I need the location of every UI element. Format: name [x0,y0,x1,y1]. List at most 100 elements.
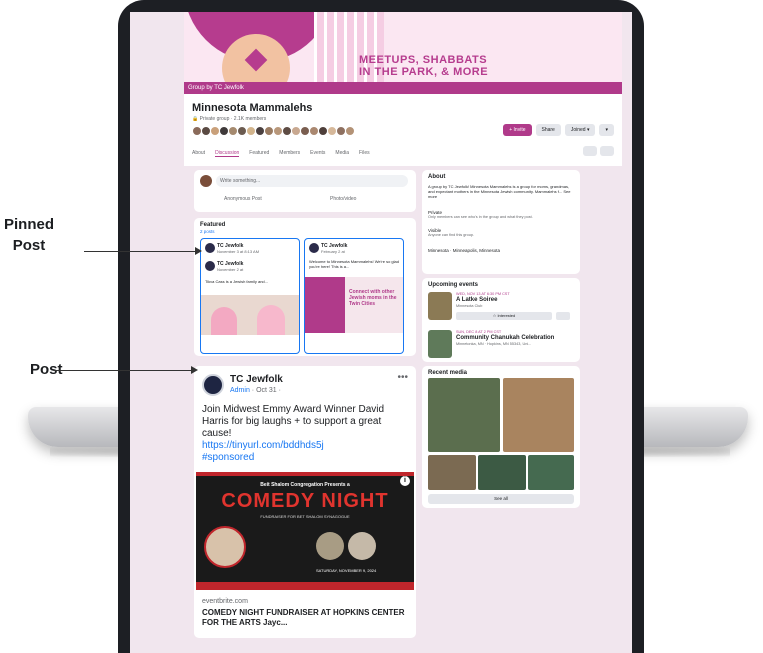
location-row[interactable]: Minnesota · Minneapolis, Minnesota [428,248,500,253]
avatar[interactable] [345,126,355,136]
child-figure [211,307,237,335]
promo-text: Connect with other Jewish moms in the Tw… [349,289,397,307]
promo-image: Connect with other Jewish moms in the Tw… [305,277,403,333]
post-text: Join Midwest Emmy Award Winner David Har… [202,404,385,439]
performer-photo [316,532,344,560]
promo-block [305,277,345,333]
poster-presenter: Beit Shalom Congregation Presents a [260,482,350,488]
post-input[interactable]: Write something... [216,175,408,187]
member-avatars[interactable] [192,126,382,136]
group-owner-link[interactable]: Group by TC Jewfolk [184,82,622,94]
visibility-desc: Anyone can find this group. [428,233,475,237]
share-event-button[interactable] [556,312,570,320]
recent-media: Recent media See all [422,366,580,508]
tab-events[interactable]: Events [310,150,325,157]
avatar[interactable] [202,374,224,396]
screen: MEETUPS, SHABBATS IN THE PARK, & MORE Gr… [130,12,632,653]
featured-title: Featured [200,222,226,228]
event-item[interactable]: SUN, DEC 8 AT 2 PM CST Community Chanuka… [428,330,574,364]
featured-section: Featured 2 posts TC Jewfolk November 3 a… [194,218,416,356]
post-date: November 3 at 8:13 AM [217,249,260,254]
avatar[interactable] [200,175,212,187]
poster-title: COMEDY NIGHT [221,490,389,512]
event-date: WED, NOV 13 AT 6:30 PM CST [456,292,510,296]
post-photo [201,295,299,335]
post-date[interactable]: · Oct 31 · [252,387,281,394]
privacy-row: Private Only members can see who's in the… [428,210,533,219]
info-icon[interactable]: i [400,476,410,486]
share-button[interactable]: Share [535,124,561,136]
post-body: Join Midwest Emmy Award Winner David Har… [202,404,412,464]
link-domain[interactable]: eventbrite.com [202,598,248,605]
invite-button[interactable]: + Invite [503,124,532,136]
tab-featured[interactable]: Featured [249,150,269,157]
child-figure [257,305,285,335]
pinned-post-card[interactable]: TC Jewfolk February 2 at Welcome to Minn… [304,238,404,354]
event-poster[interactable]: Beit Shalom Congregation Presents a COME… [196,472,414,590]
cover-headline: MEETUPS, SHABBATS IN THE PARK, & MORE [359,54,489,78]
post-text: Welcome to Minnesota Mammalehs! We're so… [309,259,399,269]
more-options-icon[interactable]: ••• [397,372,408,383]
group-actions: + Invite Share Joined ▾ ▾ [503,124,614,136]
see-all-button[interactable]: See all [428,494,574,504]
media-thumb[interactable] [528,455,574,490]
event-thumbnail [428,330,452,358]
upcoming-events: Upcoming events WED, NOV 13 AT 6:30 PM C… [422,278,580,362]
event-location: Minnesota Club [456,304,483,308]
performer-photo [204,526,246,568]
search-icon[interactable] [583,146,597,156]
event-name[interactable]: Community Chanukah Celebration [456,335,554,341]
pinned-arrow-head [195,247,202,255]
about-card: About A group by TC Jewfolk! Minnesota M… [422,170,580,274]
inner-date: November 2 at [217,267,244,272]
hashtag-link[interactable]: #sponsored [202,452,254,463]
media-thumb[interactable] [503,378,574,452]
post-arrow-line [54,370,192,371]
tab-discussion[interactable]: Discussion [215,150,240,157]
post-link[interactable]: https://tinyurl.com/bddhds5j [202,440,324,451]
group-name[interactable]: Minnesota Mammalehs [192,102,312,114]
feed-post: TC Jewfolk Admin · Oct 31 · ••• Join Mid… [194,366,416,638]
tab-tools [583,146,614,156]
group-header: Minnesota Mammalehs 🔒 Private group · 2.… [184,94,622,166]
poster-date: SATURDAY, NOVEMBER 9, 2024 [316,568,377,573]
group-meta[interactable]: 🔒 Private group · 2.1K members [192,116,266,122]
avatar [205,261,215,271]
joined-button[interactable]: Joined ▾ [564,124,596,136]
anonymous-post-button[interactable]: Anonymous Post [224,196,262,202]
about-description: A group by TC Jewfolk! Minnesota Mammale… [428,184,571,199]
tab-media[interactable]: Media [335,150,349,157]
interested-button[interactable]: ☆ Interested [456,312,552,320]
post-author[interactable]: TC Jewfolk [230,374,283,385]
tab-members[interactable]: Members [279,150,300,157]
event-name[interactable]: A Latke Soiree [456,297,497,303]
about-title: About [428,174,446,180]
pinned-post-card[interactable]: TC Jewfolk November 3 at 8:13 AM TC Jewf… [200,238,300,354]
featured-count[interactable]: 2 posts [200,229,215,234]
post-arrow-head [191,366,198,374]
post-composer: Write something... Anonymous Post Photo/… [194,170,416,212]
more-options-icon[interactable] [600,146,614,156]
privacy-desc: Only members can see who's in the group … [428,215,533,219]
performer-photo [348,532,376,560]
poster-stripe [196,472,414,476]
event-item[interactable]: WED, NOV 13 AT 6:30 PM CST A Latke Soire… [428,292,574,326]
more-button[interactable]: ▾ [599,124,614,136]
admin-badge: Admin [230,387,250,394]
group-tabs: About Discussion Featured Members Events… [192,150,370,157]
media-thumb[interactable] [428,378,500,452]
photo-video-button[interactable]: Photo/video [330,196,356,202]
events-title: Upcoming events [428,282,479,288]
media-thumb[interactable] [428,455,476,490]
post-date: February 2 at [321,249,345,254]
link-title[interactable]: COMEDY NIGHT FUNDRAISER AT HOPKINS CENTE… [202,608,412,628]
event-location: Minnetonka, MN · Hopkins, MN 55343, Uni.… [456,342,532,346]
tab-files[interactable]: Files [359,150,370,157]
visibility-row: Visible Anyone can find this group. [428,228,474,237]
media-thumb[interactable] [478,455,526,490]
pinned-arrow-line [84,251,196,252]
event-thumbnail [428,292,452,320]
tab-about[interactable]: About [192,150,205,157]
avatar [205,243,215,253]
media-title: Recent media [428,370,468,376]
